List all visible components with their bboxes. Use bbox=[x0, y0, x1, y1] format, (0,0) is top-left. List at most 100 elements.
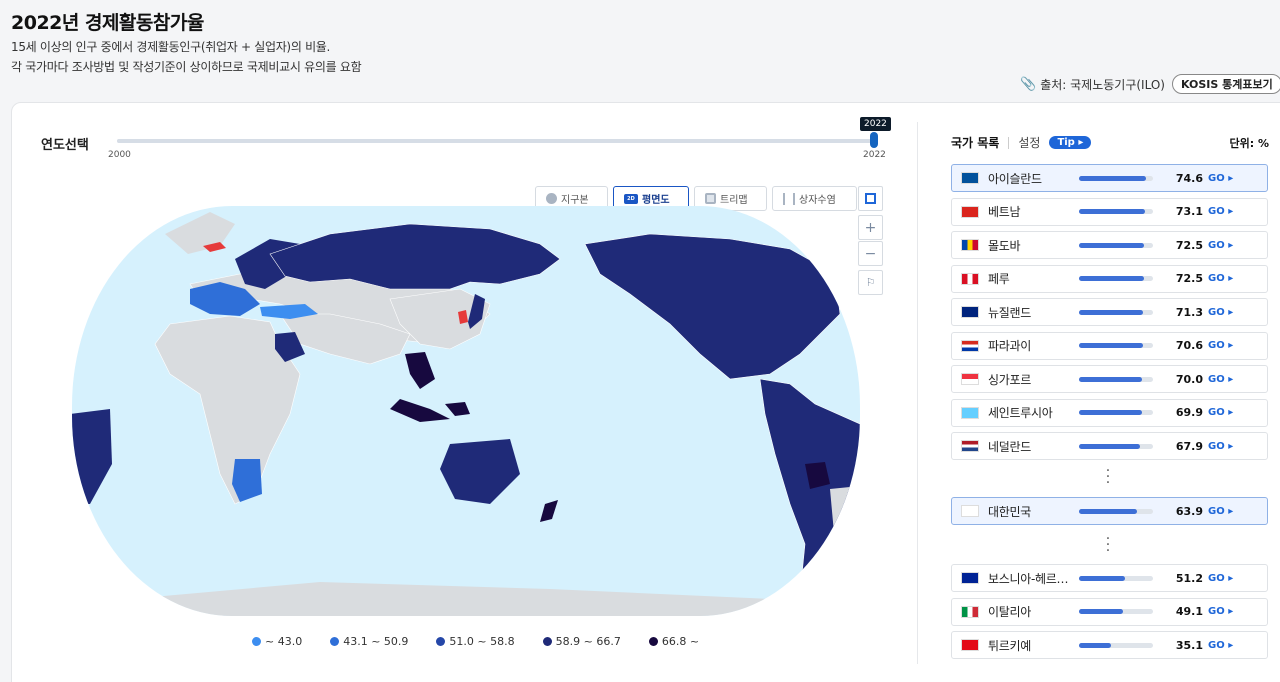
boxplot-icon bbox=[783, 192, 795, 205]
country-value: 73.1 bbox=[1175, 205, 1203, 218]
legend-item[interactable]: 66.8 ~ bbox=[648, 635, 699, 648]
flag-newzealand-icon bbox=[961, 306, 979, 318]
go-button[interactable]: GO ▸ bbox=[1208, 340, 1233, 351]
value-bar bbox=[1079, 642, 1153, 648]
flag-bosnia-icon bbox=[961, 572, 979, 584]
country-value: 72.5 bbox=[1175, 238, 1203, 252]
go-button[interactable]: GO ▸ bbox=[1208, 173, 1233, 184]
country-row[interactable]: 세인트루시아 69.9 GO ▸ bbox=[951, 398, 1268, 427]
legend-dot bbox=[542, 637, 552, 646]
year-slider-track[interactable] bbox=[117, 139, 875, 143]
value-bar-fill bbox=[1079, 209, 1145, 214]
go-button[interactable]: GO ▸ bbox=[1208, 441, 1233, 452]
go-button[interactable]: GO ▸ bbox=[1208, 506, 1233, 517]
country-value: 72.5 bbox=[1175, 272, 1203, 285]
value-bar-fill bbox=[1079, 609, 1124, 614]
country-row[interactable]: 보스니아-헤르… 51.2 GO ▸ bbox=[951, 564, 1268, 592]
country-row[interactable]: 네덜란드 67.9 GO ▸ bbox=[951, 432, 1268, 460]
country-row[interactable]: 몰도바 72.5 GO ▸ bbox=[951, 231, 1268, 259]
country-name: 베트남 bbox=[988, 205, 1021, 219]
value-bar-fill bbox=[1079, 242, 1145, 248]
country-value: 35.1 bbox=[1175, 638, 1203, 652]
country-row[interactable]: 뉴질랜드 71.3 GO ▸ bbox=[951, 298, 1268, 326]
minus-icon: − bbox=[864, 245, 877, 262]
page-title: 2022년 경제활동참가율 bbox=[11, 12, 204, 34]
treemap-icon bbox=[705, 193, 716, 204]
country-row[interactable]: 대한민국 63.9 GO ▸ bbox=[951, 497, 1268, 525]
flag-peru-icon bbox=[961, 272, 979, 285]
value-bar-fill bbox=[1079, 508, 1137, 514]
value-bar-fill bbox=[1079, 642, 1111, 648]
settings-button[interactable]: 설정 bbox=[1018, 134, 1040, 151]
country-name: 뉴질랜드 bbox=[988, 305, 1031, 320]
year-slider-handle[interactable] bbox=[870, 132, 878, 148]
flag-vietnam-icon bbox=[961, 205, 979, 218]
tip-button[interactable]: Tip ▸ bbox=[1049, 136, 1092, 149]
country-value: 67.9 bbox=[1175, 439, 1203, 453]
legend-dot bbox=[436, 637, 446, 646]
country-list-header: 국가 목록 설정 Tip ▸ 단위: % bbox=[951, 134, 1269, 151]
flag-paraguay-icon bbox=[961, 339, 979, 352]
go-button[interactable]: GO ▸ bbox=[1208, 307, 1233, 318]
legend-item[interactable]: ~ 43.0 bbox=[252, 635, 302, 648]
source-info: 📎 출처: 국제노동기구(ILO) bbox=[1020, 76, 1165, 93]
value-bar-fill bbox=[1079, 410, 1143, 415]
year-slider-min: 2000 bbox=[108, 150, 131, 160]
country-row[interactable]: 아이슬란드 74.6 GO ▸ bbox=[951, 164, 1268, 192]
country-name: 보스니아-헤르… bbox=[988, 571, 1069, 586]
go-button[interactable]: GO ▸ bbox=[1208, 374, 1233, 385]
country-name: 튀르키예 bbox=[988, 638, 1031, 653]
description-line-1: 15세 이상의 인구 중에서 경제활동인구(취업자 + 실업자)의 비율. bbox=[11, 40, 331, 54]
flag-stlucia-icon bbox=[961, 406, 979, 419]
value-bar bbox=[1079, 410, 1153, 415]
world-map[interactable] bbox=[70, 204, 862, 618]
country-row[interactable]: 페루 72.5 GO ▸ bbox=[951, 264, 1268, 293]
value-bar bbox=[1079, 175, 1153, 181]
go-button[interactable]: GO ▸ bbox=[1208, 240, 1233, 251]
country-name: 싱가포르 bbox=[988, 372, 1031, 387]
legend-item[interactable]: 51.0 ~ 58.8 bbox=[436, 635, 515, 648]
value-bar bbox=[1079, 242, 1153, 248]
legend-label: 51.0 ~ 58.8 bbox=[449, 635, 515, 648]
country-name: 대한민국 bbox=[988, 504, 1031, 519]
value-bar bbox=[1079, 575, 1153, 581]
go-button[interactable]: GO ▸ bbox=[1208, 640, 1233, 651]
legend-item[interactable]: 43.1 ~ 50.9 bbox=[330, 635, 408, 648]
unit-label: 단위: % bbox=[1229, 136, 1270, 150]
country-row[interactable]: 이탈리아 49.1 GO ▸ bbox=[951, 597, 1268, 626]
country-value: 70.6 bbox=[1175, 339, 1203, 352]
value-bar bbox=[1079, 376, 1153, 382]
ellipsis-icon: · · · bbox=[1105, 531, 1111, 559]
value-bar bbox=[1079, 609, 1153, 614]
go-button[interactable]: GO ▸ bbox=[1208, 573, 1233, 584]
value-bar bbox=[1079, 209, 1153, 214]
value-bar-fill bbox=[1079, 276, 1145, 281]
country-name: 파라과이 bbox=[988, 339, 1031, 353]
country-name: 페루 bbox=[988, 272, 1010, 286]
kosis-table-button[interactable]: KOSIS 통계표보기 bbox=[1172, 74, 1280, 94]
flag-italy-icon bbox=[961, 605, 979, 618]
flag-moldova-icon bbox=[961, 239, 979, 251]
value-bar bbox=[1079, 508, 1153, 514]
go-button[interactable]: GO ▸ bbox=[1208, 407, 1233, 418]
legend-item[interactable]: 58.9 ~ 66.7 bbox=[542, 635, 621, 648]
country-row[interactable]: 싱가포르 70.0 GO ▸ bbox=[951, 365, 1268, 393]
go-button[interactable]: GO ▸ bbox=[1208, 273, 1233, 284]
country-row[interactable]: 튀르키예 35.1 GO ▸ bbox=[951, 631, 1268, 659]
country-name: 네덜란드 bbox=[988, 439, 1031, 454]
region-grey-south-america bbox=[830, 486, 860, 544]
panel-divider bbox=[917, 122, 918, 664]
value-bar bbox=[1079, 309, 1153, 315]
country-row[interactable]: 베트남 73.1 GO ▸ bbox=[951, 197, 1268, 226]
value-bar-fill bbox=[1079, 443, 1141, 449]
country-row[interactable]: 파라과이 70.6 GO ▸ bbox=[951, 331, 1268, 360]
year-slider-tooltip: 2022 bbox=[860, 117, 891, 131]
go-button[interactable]: GO ▸ bbox=[1208, 206, 1233, 217]
legend-dot bbox=[648, 637, 658, 646]
value-bar-fill bbox=[1079, 175, 1147, 181]
go-button[interactable]: GO ▸ bbox=[1208, 606, 1233, 617]
value-bar-fill bbox=[1079, 343, 1143, 348]
kosis-button-label: KOSIS 통계표보기 bbox=[1181, 78, 1273, 91]
country-value: 70.0 bbox=[1175, 372, 1203, 386]
flag-iceland-icon bbox=[961, 172, 979, 184]
